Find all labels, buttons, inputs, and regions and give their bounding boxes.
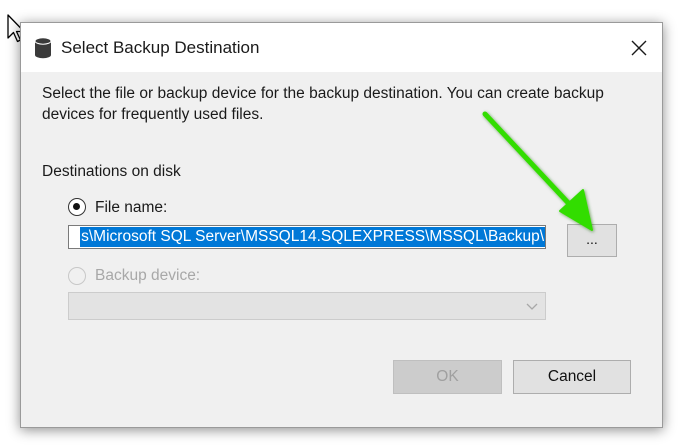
chevron-down-icon <box>526 303 538 310</box>
dialog-title: Select Backup Destination <box>61 38 260 57</box>
browse-button[interactable]: ... <box>567 224 617 257</box>
cancel-button[interactable]: Cancel <box>513 360 631 394</box>
file-name-radio[interactable] <box>68 198 86 216</box>
file-name-input-value: s\Microsoft SQL Server\MSSQL14.SQLEXPRES… <box>80 227 545 247</box>
file-name-input[interactable]: s\Microsoft SQL Server\MSSQL14.SQLEXPRES… <box>68 225 546 249</box>
backup-device-select[interactable] <box>68 292 546 320</box>
select-backup-destination-dialog: Select Backup Destination Select the fil… <box>20 22 663 428</box>
dialog-titlebar: Select Backup Destination <box>21 23 662 72</box>
dialog-description: Select the file or backup device for the… <box>42 85 604 123</box>
file-name-label: File name: <box>95 199 168 216</box>
backup-device-label: Backup device: <box>95 267 201 284</box>
close-icon <box>631 40 647 55</box>
destinations-on-disk-label: Destinations on disk <box>42 163 181 180</box>
database-icon <box>34 37 52 59</box>
backup-device-radio[interactable] <box>68 267 86 285</box>
screenshot-stage: Select Backup Destination Select the fil… <box>0 0 682 447</box>
ok-button[interactable]: OK <box>393 360 502 394</box>
close-button[interactable] <box>616 23 662 72</box>
